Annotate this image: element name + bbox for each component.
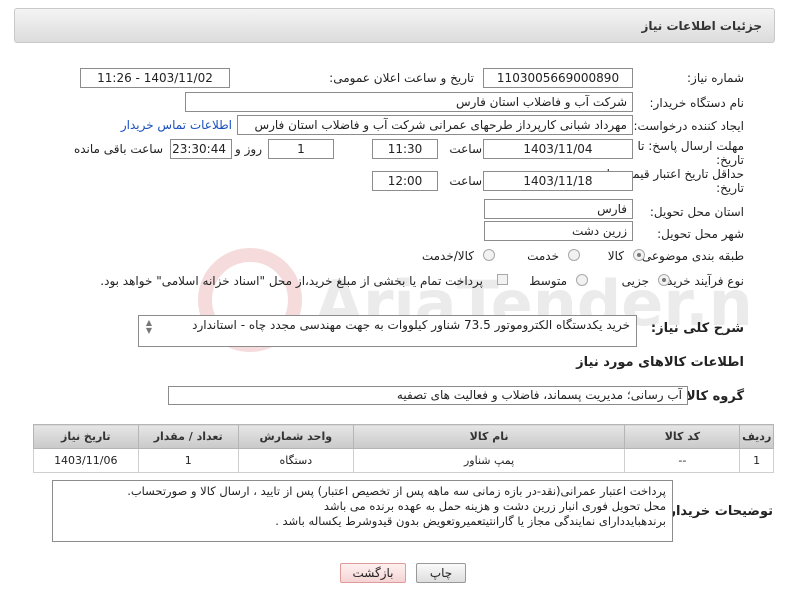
buyer-notes-line-3: برندهبایددارای نمایندگی مجاز یا گارانتیت… xyxy=(275,514,666,528)
category-option-goods: کالا xyxy=(607,249,624,263)
requester-field: مهرداد شبانی کارپرداز طرحهای عمرانی شرکت… xyxy=(237,115,633,135)
goods-section-title: اطلاعات کالاهای مورد نیاز xyxy=(576,355,744,370)
category-label: طبقه بندی موضوعی: xyxy=(637,249,744,263)
buyer-notes-line-1: پرداخت اعتبار عمرانی(نقد-در بازه زمانی س… xyxy=(127,484,666,498)
treasury-payment-checkbox[interactable] xyxy=(497,274,508,285)
buyer-notes-box: پرداخت اعتبار عمرانی(نقد-در بازه زمانی س… xyxy=(52,480,673,542)
buyer-contact-link[interactable]: اطلاعات تماس خریدار xyxy=(121,118,232,132)
deadline-label-line1: مهلت ارسال پاسخ: تا xyxy=(637,139,744,153)
goods-table: ردیف کد کالا نام کالا واحد شمارش تعداد /… xyxy=(33,424,774,473)
validity-label-line2: تاریخ: xyxy=(716,181,744,195)
cell-name: پمپ شناور xyxy=(352,448,626,473)
col-row: ردیف xyxy=(739,424,774,449)
category-option-goods-service: کالا/خدمت xyxy=(421,249,474,263)
city-label: شهر محل تحویل: xyxy=(657,227,744,241)
goods-table-header: ردیف کد کالا نام کالا واحد شمارش تعداد /… xyxy=(33,424,774,449)
cell-code: -- xyxy=(624,448,741,473)
header-panel: جزئیات اطلاعات نیاز xyxy=(14,8,775,43)
announce-datetime-field: 1403/11/02 - 11:26 xyxy=(80,68,230,88)
buyer-org-label: نام دستگاه خریدار: xyxy=(649,96,745,110)
process-label: نوع فرآیند خرید : xyxy=(659,274,744,288)
goods-group-field: آب رسانی؛ مدیریت پسماند، فاضلاب و فعالیت… xyxy=(168,386,688,405)
category-radio-goods-service[interactable] xyxy=(483,249,495,261)
validity-time-label: ساعت xyxy=(449,174,482,188)
city-field: زرین دشت xyxy=(484,221,633,241)
cell-date: 1403/11/06 xyxy=(33,448,139,473)
description-textarea[interactable]: ▲ ▼ خرید یکدستگاه الکتروموتور 73.5 شناور … xyxy=(138,315,637,347)
cell-unit: دستگاه xyxy=(237,448,354,473)
days-label: روز و xyxy=(235,142,262,156)
buyer-notes-line-2: محل تحویل فوری انبار زرین دشت و هزینه حم… xyxy=(323,499,666,513)
col-qty: تعداد / مقدار xyxy=(137,424,239,449)
remaining-label: ساعت باقی مانده xyxy=(73,142,163,156)
remaining-days-field: 1 xyxy=(268,139,334,159)
process-radio-minor[interactable] xyxy=(658,274,670,286)
print-button[interactable]: چاپ xyxy=(416,563,466,583)
col-date: تاریخ نیاز xyxy=(33,424,139,449)
table-row: 1 -- پمپ شناور دستگاه 1 1403/11/06 xyxy=(33,448,774,473)
description-text: خرید یکدستگاه الکتروموتور 73.5 شناور کیل… xyxy=(192,318,630,332)
col-name: نام کالا xyxy=(352,424,626,449)
process-option-minor: جزیی xyxy=(621,274,649,288)
requester-label: ایجاد کننده درخواست: xyxy=(633,119,744,133)
col-code: کد کالا xyxy=(624,424,741,449)
category-option-service: خدمت xyxy=(527,249,559,263)
buyer-org-field: شرکت آب و فاضلاب استان فارس xyxy=(185,92,633,112)
scroll-arrows-icon[interactable]: ▲ ▼ xyxy=(142,319,152,335)
cell-row: 1 xyxy=(739,448,774,473)
deadline-date-field: 1403/11/04 xyxy=(483,139,633,159)
goods-group-label: گروه کالا: xyxy=(680,389,744,404)
col-unit: واحد شمارش xyxy=(237,424,354,449)
deadline-time-label: ساعت xyxy=(449,142,482,156)
page-title: جزئیات اطلاعات نیاز xyxy=(641,19,762,33)
province-label: استان محل تحویل: xyxy=(649,205,744,219)
need-number-field: 1103005669000890 xyxy=(483,68,633,88)
buyer-notes-label: توضیحات خریدار: xyxy=(663,504,773,519)
validity-time-field: 12:00 xyxy=(372,171,438,191)
province-field: فارس xyxy=(484,199,633,219)
deadline-label-line2: تاریخ: xyxy=(716,153,744,167)
back-button[interactable]: بازگشت xyxy=(340,563,406,583)
description-label: شرح کلی نیاز: xyxy=(650,321,744,336)
process-option-medium: متوسط xyxy=(529,274,567,288)
category-radio-goods[interactable] xyxy=(633,249,645,261)
treasury-payment-note: پرداخت تمام یا بخشی از مبلغ خرید،از محل … xyxy=(100,274,483,288)
cell-qty: 1 xyxy=(137,448,239,473)
announce-label: تاریخ و ساعت اعلان عمومی: xyxy=(329,71,474,85)
process-radio-medium[interactable] xyxy=(576,274,588,286)
category-radio-service[interactable] xyxy=(568,249,580,261)
validity-date-field: 1403/11/18 xyxy=(483,171,633,191)
need-number-label: شماره نیاز: xyxy=(687,71,744,85)
deadline-time-field: 11:30 xyxy=(372,139,438,159)
remaining-time-field: 23:30:44 xyxy=(170,139,232,159)
